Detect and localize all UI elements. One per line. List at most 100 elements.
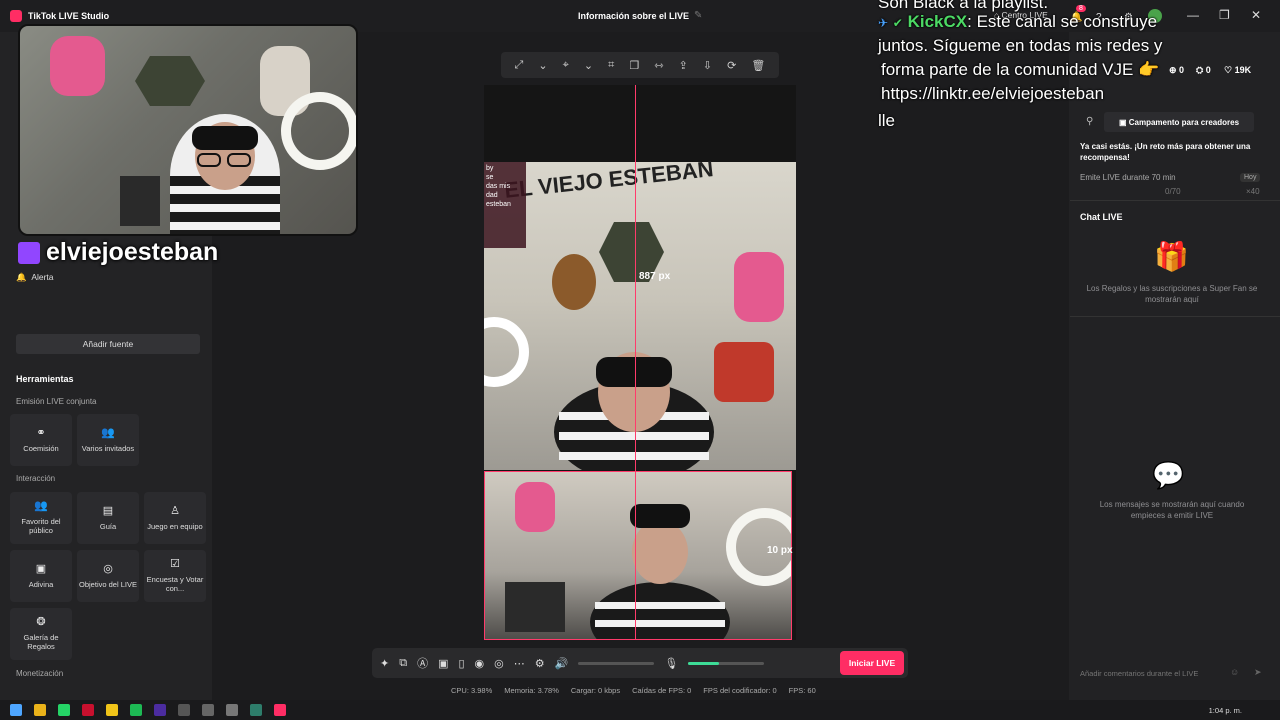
- app-icon[interactable]: [82, 704, 94, 716]
- gifts-empty-text: Los Regalos y las suscripciones a Super …: [1086, 284, 1258, 304]
- tool-label: Objetivo del LIVE: [79, 579, 137, 589]
- tool-coemision[interactable]: ⚭ Coemisión: [10, 414, 72, 466]
- tool-favorito[interactable]: 👥 Favorito del público: [10, 492, 72, 544]
- creator-camp-button[interactable]: ▣ Campamento para creadores: [1104, 112, 1254, 132]
- more-icon[interactable]: ⋯: [514, 657, 525, 670]
- chevron-down-icon[interactable]: ⌄: [538, 59, 547, 72]
- guests-icon: 👥: [101, 426, 115, 439]
- camp-icon: ▣: [1118, 117, 1129, 127]
- tool-label: Galería de Regalos: [23, 633, 59, 652]
- webcam-scene-small: [505, 482, 796, 640]
- ai-icon[interactable]: Ⓐ: [417, 655, 428, 671]
- layer-up-icon[interactable]: ⇪: [679, 59, 688, 72]
- emoji-icon[interactable]: ☺: [1230, 667, 1239, 677]
- chevron-down-icon[interactable]: ⌄: [584, 59, 593, 72]
- tool-label: Coemisión: [23, 443, 59, 453]
- phone-icon[interactable]: ▯: [458, 657, 464, 670]
- stat-fps-drop: Caídas de FPS: 0: [632, 686, 692, 695]
- microphone-icon[interactable]: 🎙: [664, 657, 678, 670]
- app-icon[interactable]: [178, 704, 190, 716]
- creator-camp-label: Campamento para creadores: [1128, 117, 1240, 127]
- go-live-button[interactable]: Iniciar LIVE: [840, 651, 904, 675]
- whatsapp-icon[interactable]: [58, 704, 70, 716]
- webcam-preview: [18, 24, 358, 236]
- divider: [1070, 316, 1280, 317]
- windows-start-icon[interactable]: [10, 704, 22, 716]
- stat-shares: ⛭ 0: [1196, 65, 1211, 75]
- monetization-title: Monetización: [16, 669, 64, 678]
- app-icon[interactable]: [250, 704, 262, 716]
- tool-label: Juego en equipo: [147, 521, 203, 531]
- magic-wand-icon[interactable]: ✦: [380, 657, 389, 670]
- settings-sliders-icon[interactable]: ⚙: [535, 657, 545, 670]
- overlay-line-3: forma parte de la comunidad VJE 👉: [881, 60, 1159, 80]
- mic-slider-fill: [688, 661, 719, 665]
- live-info-title[interactable]: Información sobre el LIVE: [578, 11, 689, 21]
- transform-icon[interactable]: ⧉: [399, 657, 407, 670]
- stat-followers-value: 19K: [1234, 65, 1252, 75]
- alert-source[interactable]: 🔔 Alerta: [16, 272, 54, 283]
- pin-icon: ✈: [878, 16, 889, 30]
- volume-slider[interactable]: [578, 661, 655, 665]
- challenge-reward: ×40: [1246, 187, 1260, 196]
- chrome-icon[interactable]: [34, 704, 46, 716]
- mic-slider[interactable]: [688, 661, 765, 665]
- flip-icon[interactable]: ⇿: [654, 59, 663, 72]
- tool-label: Favorito del público: [21, 517, 61, 536]
- app-icon[interactable]: [226, 704, 238, 716]
- position-icon[interactable]: ⌖: [563, 59, 569, 72]
- control-bar: ✦ ⧉ Ⓐ ▣ ▯ ◉ ◎ ⋯ ⚙ 🔊 🎙: [372, 648, 908, 678]
- divider: [1070, 200, 1280, 201]
- copy-icon[interactable]: ❐: [629, 59, 639, 72]
- folder-icon[interactable]: [106, 704, 118, 716]
- overlay-line-2: juntos. Sígueme en todas mis redes y: [878, 36, 1163, 55]
- tools-title: Herramientas: [16, 374, 74, 384]
- chat-input[interactable]: [1074, 664, 1244, 682]
- challenge-text: Ya casi estás. ¡Un reto más para obtener…: [1080, 142, 1251, 162]
- crop-icon[interactable]: ⌗: [608, 59, 614, 72]
- add-source-button[interactable]: Añadir fuente: [16, 334, 200, 354]
- tool-varios-invitados[interactable]: 👥 Varios invitados: [77, 414, 139, 466]
- maximize-button[interactable]: ❐: [1219, 8, 1230, 22]
- tool-juego[interactable]: ♙ Juego en equipo: [144, 492, 206, 544]
- tiktok-live-studio-icon[interactable]: [274, 704, 286, 716]
- chat-bubble-icon: 💬: [1152, 460, 1185, 490]
- app-icon[interactable]: [202, 704, 214, 716]
- overlay-line-0: Son Black a la playlist.: [878, 0, 1049, 12]
- delete-icon[interactable]: 🗑: [751, 59, 765, 72]
- guide-icon: ▤: [102, 504, 114, 517]
- overlay-line-3-text: forma parte de la comunidad VJE: [881, 60, 1134, 79]
- tool-encuesta[interactable]: ☑ Encuesta y Votar con...: [144, 550, 206, 602]
- measure-right-label: 10 px: [767, 545, 793, 556]
- stat-shares-value: 0: [1205, 65, 1211, 75]
- close-button[interactable]: ✕: [1251, 8, 1261, 22]
- stream-canvas[interactable]: EL VIEJO ESTEBAN: [484, 85, 796, 640]
- edit-icon[interactable]: ✎: [694, 10, 702, 21]
- screen-icon[interactable]: ▣: [438, 657, 448, 670]
- tool-guia[interactable]: ▤ Guía: [77, 492, 139, 544]
- scene-source-webcam[interactable]: [484, 471, 796, 640]
- add-person-icon[interactable]: ⚲: [1086, 116, 1093, 127]
- tool-galeria[interactable]: ❂ Galería de Regalos: [10, 608, 72, 660]
- spotify-icon[interactable]: [130, 704, 142, 716]
- challenge-day: Hoy: [1240, 173, 1261, 182]
- tool-label: Guía: [99, 521, 117, 531]
- camera-icon[interactable]: ◎: [494, 657, 504, 670]
- send-icon[interactable]: ➤: [1254, 667, 1262, 678]
- scene-source-main[interactable]: [484, 162, 796, 482]
- layer-down-icon[interactable]: ⇩: [703, 59, 712, 72]
- fit-icon[interactable]: ⤢: [515, 59, 524, 72]
- joint-live-title: Emisión LIVE conjunta: [16, 397, 97, 406]
- tool-objetivo[interactable]: ◎ Objetivo del LIVE: [77, 550, 139, 602]
- overlay-username: KickCX: [907, 12, 968, 31]
- minimize-button[interactable]: —: [1187, 8, 1199, 22]
- rotate-icon[interactable]: ⟳: [727, 59, 736, 72]
- record-icon[interactable]: ◉: [475, 657, 485, 670]
- tool-label: Varios invitados: [81, 443, 135, 453]
- gift-gallery-icon: ❂: [36, 616, 46, 629]
- volume-icon[interactable]: 🔊: [555, 657, 569, 670]
- messages-empty-text: Los mensajes se mostrarán aquí cuando em…: [1099, 500, 1245, 520]
- premiere-icon[interactable]: [154, 704, 166, 716]
- stream-text-overlay: by se das mis dad esteban: [484, 162, 526, 248]
- tool-adivina[interactable]: ▣ Adivina: [10, 550, 72, 602]
